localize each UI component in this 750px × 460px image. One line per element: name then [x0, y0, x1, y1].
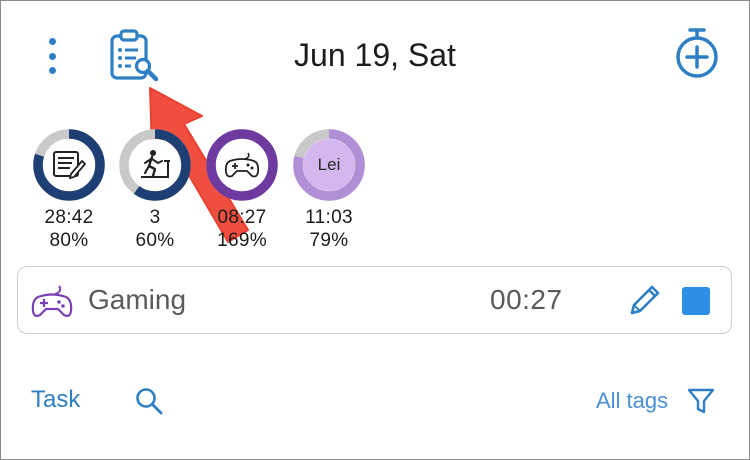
tab-task[interactable]: Task [31, 384, 80, 416]
more-menu-button[interactable] [36, 34, 68, 78]
active-elapsed-time: 00:27 [490, 284, 563, 315]
progress-ring[interactable] [32, 128, 106, 202]
activity-percent: 79% [309, 230, 349, 251]
activity-summary-writing[interactable]: 28:42 80% [29, 128, 109, 252]
ring-inner [129, 139, 181, 191]
add-timer-icon[interactable] [672, 26, 722, 80]
activity-percent: 60% [135, 230, 175, 251]
edit-pencil-icon[interactable] [626, 283, 662, 319]
dot [48, 52, 56, 60]
ring-inner [216, 139, 268, 191]
activity-time: 28:42 [44, 207, 94, 228]
ring-inner [43, 139, 95, 191]
activity-time: 08:27 [217, 207, 267, 228]
dot [48, 38, 56, 45]
dot [48, 67, 56, 74]
progress-ring[interactable]: Lei [292, 128, 366, 202]
treadmill-icon [141, 150, 170, 178]
page-title: Jun 19, Sat [294, 37, 456, 73]
stop-timer-button[interactable] [682, 287, 710, 315]
gamepad-icon [224, 152, 260, 178]
clipboard-search-icon[interactable] [104, 28, 162, 84]
activity-summary-lei[interactable]: Lei 11:03 79% [289, 128, 369, 252]
avatar-label: Lei [317, 155, 341, 174]
activity-summary-treadmill[interactable]: 3 60% [115, 128, 195, 252]
active-activity-name: Gaming [88, 284, 187, 315]
gamepad-icon [31, 285, 73, 317]
activity-percent: 80% [49, 230, 89, 251]
activity-percent: 169% [217, 230, 267, 251]
activity-summary-gaming[interactable]: 08:27 169% [202, 128, 282, 252]
filter-funnel-icon[interactable] [686, 386, 716, 416]
ring-inner: Lei [303, 139, 355, 191]
activity-time: 11:03 [305, 207, 353, 228]
progress-ring[interactable] [205, 128, 279, 202]
progress-ring[interactable] [118, 128, 192, 202]
activity-time: 3 [149, 207, 161, 228]
notebook-icon [53, 151, 86, 180]
all-tags-filter[interactable]: All tags [596, 386, 668, 416]
search-icon[interactable] [134, 386, 164, 416]
